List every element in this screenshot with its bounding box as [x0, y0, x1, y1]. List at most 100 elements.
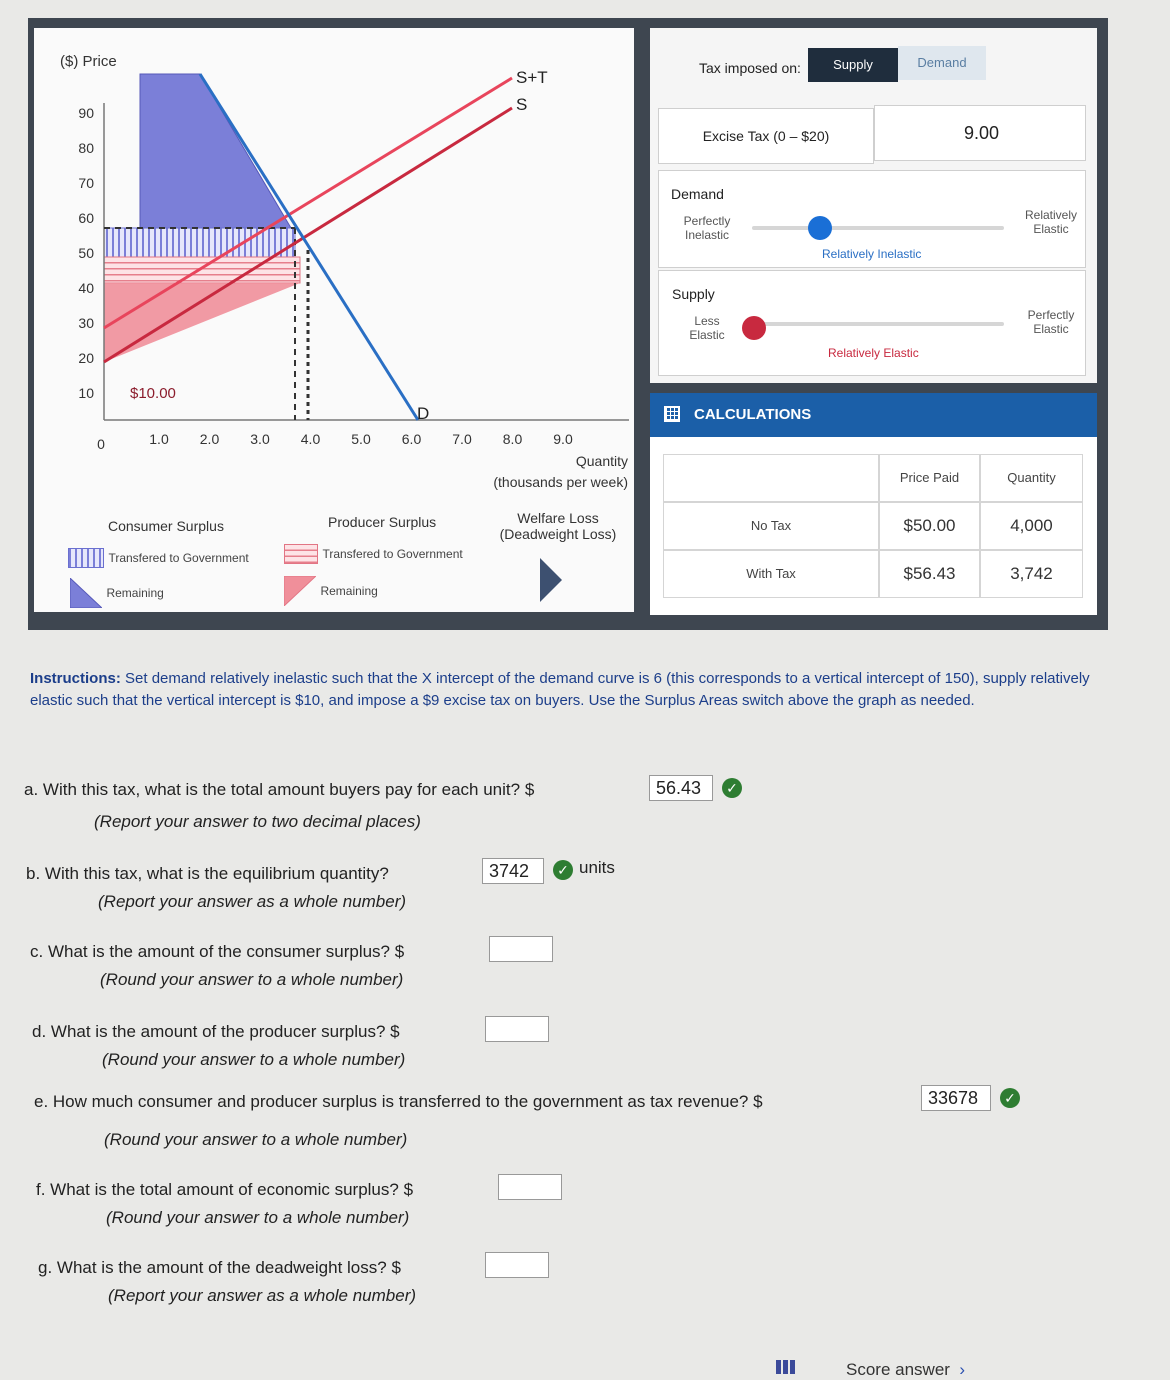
x-tick-label: 2.0	[200, 431, 220, 447]
col-header-quantity: Quantity	[980, 454, 1083, 502]
demand-current-value: Relatively Inelastic	[822, 247, 922, 261]
demand-right-line1: Relatively	[1024, 208, 1078, 222]
producer-surplus-remaining-area	[104, 283, 300, 362]
y-tick-label: 40	[78, 280, 94, 296]
answer-c-input[interactable]	[489, 936, 553, 962]
cs-transferred-swatch	[68, 548, 104, 568]
question-g: g. What is the amount of the deadweight …	[38, 1258, 401, 1278]
legend-producer-surplus-title: Producer Surplus	[328, 514, 437, 530]
y-tick-label: 70	[78, 175, 94, 191]
grid-icon[interactable]	[776, 1360, 796, 1374]
legend-cs-remaining: Remaining	[70, 578, 164, 608]
col-header-price-paid: Price Paid	[879, 454, 980, 502]
instructions-text: Set demand relatively inelastic such tha…	[30, 670, 1090, 709]
question-f-prefix: $	[403, 1180, 414, 1199]
question-g-prefix: $	[391, 1258, 401, 1277]
supply-left-line1: Less	[694, 314, 720, 328]
y-tick-label: 60	[78, 210, 94, 226]
question-g-text: g. What is the amount of the deadweight …	[38, 1258, 387, 1277]
answer-d-input[interactable]	[485, 1016, 549, 1042]
curve-label-supply-tax: S+T	[516, 68, 548, 87]
question-a-note: (Report your answer to two decimal place…	[94, 812, 421, 831]
supply-right-line2: Elastic	[1033, 322, 1069, 336]
excise-tax-label: Excise Tax (0 – $20)	[702, 128, 830, 144]
x-tick-label: 7.0	[452, 431, 472, 447]
question-f: f. What is the total amount of economic …	[36, 1180, 413, 1200]
demand-left-line1: Perfectly	[683, 214, 731, 228]
question-e: e. How much consumer and producer surplu…	[34, 1092, 763, 1112]
tax-on-demand-button[interactable]: Demand	[898, 46, 986, 80]
legend-ps-remaining: Remaining	[284, 576, 378, 606]
y-tick-label: 10	[78, 385, 94, 401]
question-a-prefix: $	[524, 780, 535, 799]
instructions-label: Instructions:	[30, 670, 121, 687]
question-f-note: (Round your answer to a whole number)	[106, 1208, 410, 1227]
supply-slider-track[interactable]	[752, 322, 1004, 326]
x-tick-label: 3.0	[250, 431, 270, 447]
score-answer-button[interactable]: Score answer ›	[846, 1360, 965, 1380]
question-d-prefix: $	[390, 1022, 400, 1041]
score-answer-label: Score answer	[846, 1360, 950, 1379]
answer-a-correct-icon: ✓	[722, 778, 742, 798]
instructions: Instructions: Set demand relatively inel…	[30, 668, 1105, 712]
curve-label-supply: S	[516, 95, 527, 114]
question-a-text: a. With this tax, what is the total amou…	[24, 780, 521, 799]
y-tick-label: 90	[78, 105, 94, 121]
legend-cs-remaining-label: Remaining	[106, 586, 164, 601]
calculations-title: CALCULATIONS	[694, 406, 812, 423]
answer-e-input[interactable]: 33678	[921, 1085, 991, 1111]
answer-b-input[interactable]: 3742	[482, 858, 544, 884]
row-label-no-tax: No Tax	[663, 502, 879, 550]
calculations-header[interactable]: CALCULATIONS	[650, 393, 1097, 437]
excise-tax-value: 9.00	[963, 123, 999, 143]
question-d-note: (Round your answer to a whole number)	[102, 1050, 406, 1069]
question-c-note: (Round your answer to a whole number)	[100, 970, 404, 989]
demand-right-line2: Elastic	[1033, 222, 1069, 236]
x-tick-label: 1.0	[149, 431, 169, 447]
no-tax-price-paid: $50.00	[879, 502, 980, 550]
calculator-icon	[664, 406, 680, 422]
demand-right-label: Relatively Elastic	[1016, 208, 1086, 236]
question-e-prefix: $	[753, 1092, 763, 1111]
question-g-note: (Report your answer as a whole number)	[108, 1286, 417, 1305]
x-tick-label: 0	[97, 436, 105, 452]
x-tick-label: 5.0	[351, 431, 371, 447]
question-e-note: (Round your answer to a whole number)	[104, 1130, 408, 1149]
y-tick-label: 80	[78, 140, 94, 156]
answer-a-input[interactable]: 56.43	[649, 775, 713, 801]
x-axis-label-line1: Quantity	[576, 453, 628, 469]
legend-consumer-surplus-title: Consumer Surplus	[108, 518, 224, 534]
excise-tax-input[interactable]: 9.00	[874, 105, 1086, 161]
question-a: a. With this tax, what is the total amou…	[24, 780, 534, 800]
cs-remaining-swatch	[70, 578, 102, 608]
no-tax-quantity: 4,000	[980, 502, 1083, 550]
supply-right-label: Perfectly Elastic	[1016, 308, 1086, 336]
x-axis-label-line2: (thousands per week)	[493, 474, 628, 490]
demand-slider-track[interactable]	[752, 226, 1004, 230]
y-tick-label: 50	[78, 245, 94, 261]
with-tax-quantity: 3,742	[980, 550, 1083, 598]
answer-e-correct-icon: ✓	[1000, 1088, 1020, 1108]
answer-f-input[interactable]	[498, 1174, 562, 1200]
chevron-right-icon: ›	[954, 1360, 966, 1379]
x-tick-label: 8.0	[503, 431, 523, 447]
supply-right-line1: Perfectly	[1027, 308, 1075, 322]
answer-g-input[interactable]	[485, 1252, 549, 1278]
demand-heading: Demand	[671, 186, 724, 202]
supply-slider-handle[interactable]	[742, 316, 766, 340]
ps-transferred-swatch	[284, 544, 318, 564]
calculations-table: Price Paid Quantity No Tax $50.00 4,000 …	[650, 437, 1097, 615]
question-c-prefix: $	[394, 942, 405, 961]
legend-welfare-loss-line1: Welfare Loss	[517, 510, 599, 526]
graph-panel: ($) Price S+T S D $10.00 Quantity (thous…	[34, 28, 634, 612]
tax-imposed-label: Tax imposed on:	[699, 60, 801, 76]
legend-ps-remaining-label: Remaining	[320, 584, 378, 599]
table-corner	[663, 454, 879, 502]
legend-ps-transferred: Transfered to Government	[284, 544, 463, 564]
tax-on-supply-button[interactable]: Supply	[808, 48, 898, 82]
legend-cs-transferred: Transfered to Government	[68, 548, 249, 568]
question-d: d. What is the amount of the producer su…	[32, 1022, 400, 1042]
x-tick-labels: 0 1.0 2.0 3.0 4.0 5.0 6.0 7.0 8.0 9.0	[97, 431, 573, 452]
demand-slider-handle[interactable]	[808, 216, 832, 240]
question-f-text: f. What is the total amount of economic …	[36, 1180, 399, 1199]
